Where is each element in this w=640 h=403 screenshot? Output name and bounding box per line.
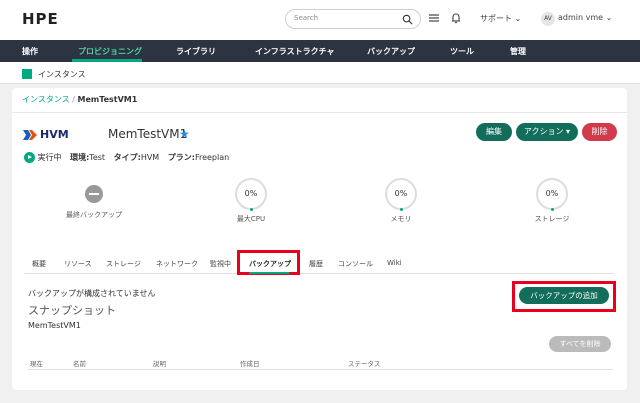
col-current: 現在 [30, 360, 43, 368]
memory-gauge: 0% [385, 178, 417, 211]
env-value: Test [89, 153, 106, 162]
metric-last-backup: 最終バックアップ [59, 178, 129, 220]
metric-max-cpu: 0% 最大CPU [216, 178, 286, 224]
snapshot-vm-name: MemTestVM1 [28, 321, 81, 330]
breadcrumb: インスタンス / MemTestVM1 [22, 94, 137, 105]
support-label: サポート [480, 14, 512, 23]
divider [12, 112, 627, 113]
tab-network[interactable]: ネットワーク [156, 259, 198, 269]
add-backup-button[interactable]: バックアップの追加 [519, 287, 609, 304]
tab-wiki[interactable]: Wiki [387, 259, 402, 267]
type-label: タイプ: [113, 153, 141, 162]
status-text: 実行中 [37, 153, 62, 162]
search-box[interactable]: Search [285, 9, 421, 29]
tab-bar: 概要 リソース ストレージ ネットワーク 監視中 バックアップ 履歴 コンソール… [24, 256, 614, 274]
hvm-logo-icon [23, 130, 37, 140]
metric-label: 最終バックアップ [66, 211, 122, 219]
nav-tools[interactable]: ツール [450, 46, 474, 57]
metric-label: ストレージ [534, 215, 570, 223]
delete-all-button[interactable]: すべてを削除 [549, 336, 611, 352]
nav-admin[interactable]: 管理 [510, 46, 526, 57]
user-menu[interactable]: admin vme ⌄ [558, 13, 612, 22]
type-value: HVM [140, 153, 160, 162]
sub-header-title[interactable]: インスタンス [38, 69, 86, 80]
tab-resources[interactable]: リソース [64, 259, 92, 269]
breadcrumb-separator: / [72, 95, 75, 104]
favorite-star-icon[interactable]: ★ [179, 127, 190, 141]
env-label: 環境: [70, 153, 90, 162]
snapshots-heading: スナップショット [28, 304, 116, 317]
chevron-down-icon: ⌄ [605, 13, 613, 22]
metric-memory: 0% メモリ [366, 178, 436, 224]
search-icon[interactable] [402, 14, 413, 25]
delete-button[interactable]: 削除 [582, 123, 617, 141]
avatar[interactable]: AV [541, 12, 555, 26]
sub-header: インスタンス [0, 62, 640, 84]
breadcrumb-current: MemTestVM1 [77, 95, 138, 104]
no-backup-icon [85, 185, 103, 203]
hvm-logo-text: HVM [40, 128, 69, 141]
nav-provisioning[interactable]: プロビジョニング [78, 46, 142, 57]
tab-overview[interactable]: 概要 [32, 259, 46, 269]
hpe-logo[interactable]: HPE [22, 10, 59, 28]
nav-operations[interactable]: 操作 [22, 46, 38, 57]
plan-value: Freeplan [194, 153, 230, 162]
metric-storage: 0% ストレージ [517, 178, 587, 224]
gauge-value: 0% [545, 189, 559, 198]
col-status: ステータス [348, 360, 381, 368]
nav-infrastructure[interactable]: インフラストラクチャ [255, 46, 335, 57]
search-placeholder: Search [294, 14, 319, 22]
actions-dropdown-button[interactable]: アクション ▾ [516, 123, 578, 141]
metric-label: メモリ [390, 215, 412, 223]
tab-monitoring[interactable]: 監視中 [210, 259, 231, 269]
metric-label: 最大CPU [236, 215, 266, 223]
col-name: 名前 [73, 360, 86, 368]
username: admin vme [558, 13, 604, 22]
nav-library[interactable]: ライブラリ [176, 46, 216, 57]
storage-gauge: 0% [536, 178, 568, 211]
instances-icon [22, 69, 32, 79]
cpu-gauge: 0% [235, 178, 267, 211]
list-icon[interactable] [428, 12, 440, 24]
gauge-value: 0% [394, 189, 408, 198]
instance-card: インスタンス / MemTestVM1 HVM MemTestVM1 ★ 編集 … [12, 88, 627, 390]
snapshot-table-header: 現在 名前 説明 作成日 ステータス [28, 358, 613, 370]
instance-name: MemTestVM1 [108, 127, 188, 141]
tab-console[interactable]: コンソール [338, 259, 373, 269]
active-tab-indicator [249, 272, 289, 274]
edit-button[interactable]: 編集 [476, 123, 512, 141]
plan-label: プラン: [167, 153, 195, 162]
tab-storage[interactable]: ストレージ [106, 259, 141, 269]
chevron-down-icon: ⌄ [514, 14, 522, 23]
nav-backups[interactable]: バックアップ [367, 46, 415, 57]
breadcrumb-instances[interactable]: インスタンス [22, 95, 70, 104]
top-bar: HPE Search サポート ⌄ AV admin vme ⌄ [0, 0, 640, 40]
bell-icon[interactable] [450, 12, 462, 24]
col-created: 作成日 [240, 360, 260, 368]
gauge-value: 0% [244, 189, 258, 198]
no-backup-message: バックアップが構成されていません [28, 289, 156, 298]
tab-history[interactable]: 履歴 [309, 259, 323, 269]
running-status-icon [24, 152, 35, 163]
col-description: 説明 [153, 360, 166, 368]
status-row: 実行中 環境:Test タイプ:HVM プラン:Freeplan [24, 152, 229, 164]
support-menu[interactable]: サポート ⌄ [480, 13, 521, 24]
